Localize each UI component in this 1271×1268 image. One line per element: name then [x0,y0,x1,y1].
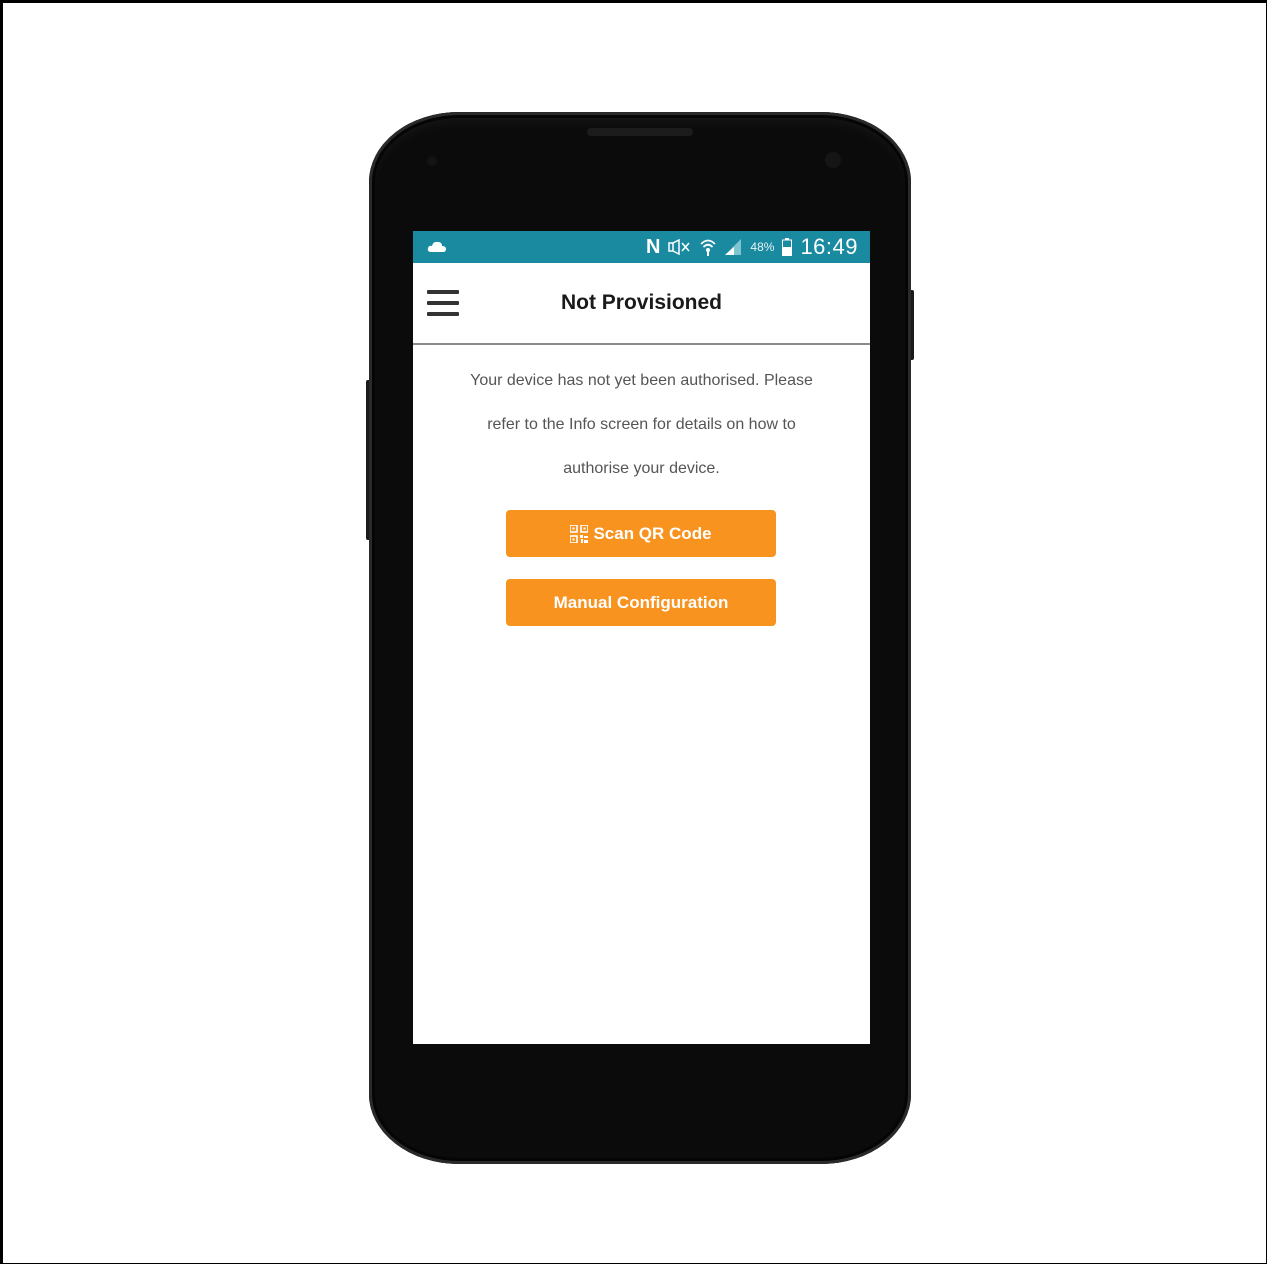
status-bar: N 48% 16:49 [413,231,870,263]
mute-icon [668,239,690,255]
wifi-icon [700,239,717,256]
nfc-icon: N [645,236,661,258]
status-time: 16:49 [800,234,858,259]
message-line-3: authorise your device. [563,460,720,477]
phone-screen: N 48% 16:49 Not Provisioned Your device … [413,231,870,1044]
battery-percent: 48% [750,240,775,254]
app-bar: Not Provisioned [413,263,870,345]
status-icons: N 48% 16:49 [646,234,858,260]
signal-icon [725,239,742,255]
phone-sensor [427,156,437,166]
battery-icon [782,238,793,256]
scan-qr-code-button[interactable]: Scan QR Code [506,510,776,557]
hamburger-menu-icon[interactable] [425,287,461,319]
phone-earpiece [587,128,693,136]
manual-configuration-label: Manual Configuration [553,592,729,612]
message-line-2: refer to the Info screen for details on … [487,416,796,433]
cloud-icon [427,241,446,252]
manual-configuration-button[interactable]: Manual Configuration [506,579,776,626]
qr-code-icon [570,524,589,543]
scan-qr-code-label: Scan QR Code [593,523,712,543]
message-line-1: Your device has not yet been authorised.… [470,372,813,389]
page-title: Not Provisioned [560,291,723,314]
phone-camera [825,152,841,168]
not-provisioned-message: Your device has not yet been authorised.… [433,359,850,491]
